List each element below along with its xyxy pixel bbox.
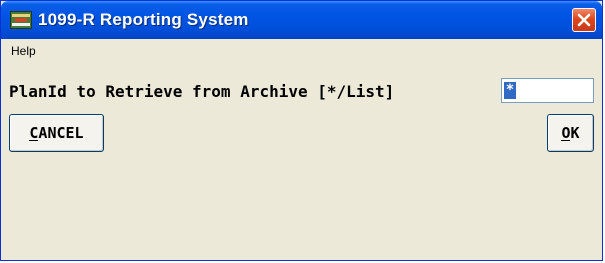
plan-id-input-value: *: [504, 82, 516, 99]
app-logo-icon[interactable]: [10, 11, 32, 29]
close-button[interactable]: [572, 8, 596, 32]
plan-id-prompt-label: PlanId to Retrieve from Archive [*/List]: [9, 82, 395, 101]
ok-button[interactable]: OK: [547, 114, 594, 152]
menu-bar: Help: [1, 39, 602, 63]
menu-help[interactable]: Help: [11, 44, 36, 58]
plan-id-input[interactable]: *: [501, 78, 594, 103]
cancel-button[interactable]: CANCEL: [9, 114, 104, 152]
accelerator-underline: [561, 140, 571, 141]
cancel-button-label: CANCEL: [29, 124, 84, 142]
title-bar[interactable]: 1099-R Reporting System: [1, 1, 602, 39]
window-title: 1099-R Reporting System: [38, 10, 249, 29]
close-icon: [577, 13, 591, 27]
ok-button-label: OK: [561, 124, 580, 142]
accelerator-underline: [29, 140, 39, 141]
app-window: 1099-R Reporting System Help PlanId to R…: [0, 0, 603, 261]
